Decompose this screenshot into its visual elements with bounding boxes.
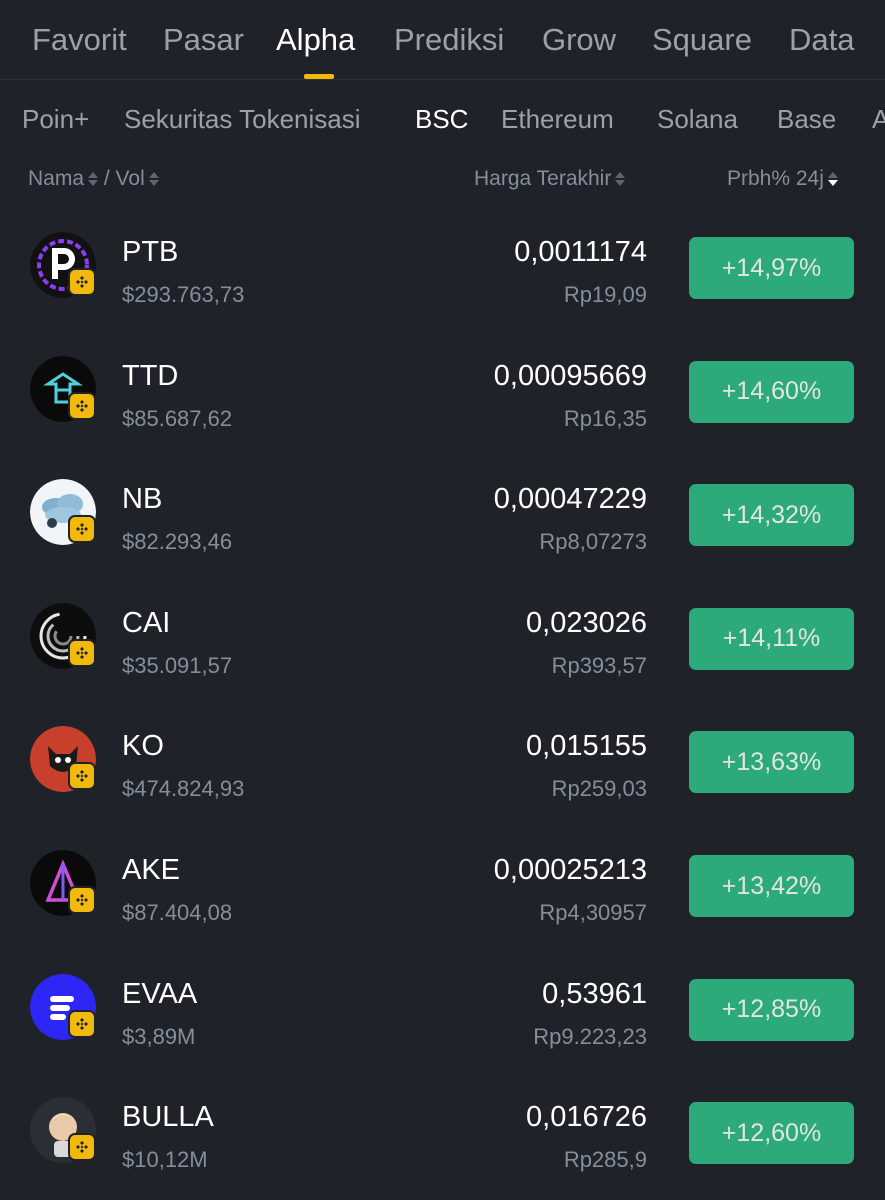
change-badge[interactable]: +14,32%: [689, 484, 854, 547]
tab-data[interactable]: Data: [789, 22, 854, 58]
token-price-idr: Rp393,57: [551, 652, 647, 678]
token-volume: $85.687,62: [122, 405, 233, 431]
column-header-price-label: Harga Terakhir: [474, 167, 612, 190]
tab-favorit[interactable]: Favorit: [32, 22, 127, 58]
tab-alpha[interactable]: Alpha: [276, 22, 355, 58]
tab-pasar[interactable]: Pasar: [163, 22, 244, 58]
bnb-chain-icon: [68, 515, 96, 544]
token-symbol: EVAA: [122, 977, 198, 1010]
bnb-chain-icon: [68, 391, 96, 420]
column-separator: /: [98, 167, 116, 190]
sort-icon[interactable]: [88, 172, 99, 186]
change-badge[interactable]: +14,60%: [689, 360, 854, 423]
token-row-nb[interactable]: NB $82.293,46 0,00047229 Rp8,07273 +14,32%: [0, 453, 885, 577]
column-header-price[interactable]: Harga Terakhir: [474, 167, 626, 191]
active-tab-indicator: [304, 74, 334, 79]
token-symbol: BULLA: [122, 1101, 214, 1134]
token-row-ttd[interactable]: TTD $85.687,62 0,00095669 Rp16,35 +14,60%: [0, 330, 885, 454]
token-price-idr: Rp285,9: [563, 1147, 647, 1173]
bnb-chain-icon: [68, 268, 96, 296]
token-price: 0,0011174: [514, 236, 647, 268]
token-row-ptb[interactable]: PTB $293.763,73 0,0011174 Rp19,09 +14,97%: [0, 206, 885, 330]
token-row-ake[interactable]: AKE $87.404,08 0,00025213 Rp4,30957 +13,42%: [0, 824, 885, 948]
token-row-evaa[interactable]: EVAA $3,89M 0,53961 Rp9.223,23 +12,85%: [0, 948, 885, 1072]
change-badge[interactable]: +14,11%: [689, 607, 854, 670]
token-symbol: PTB: [122, 236, 179, 268]
token-row-cai[interactable]: CAI $35.091,57 0,023026 Rp393,57 +14,11%: [0, 577, 885, 701]
sort-icon: [827, 172, 838, 186]
sort-by-vol[interactable]: Vol: [116, 167, 145, 191]
token-price-idr: Rp4,30957: [539, 900, 647, 925]
token-price: 0,00025213: [493, 854, 647, 886]
sort-icon[interactable]: [148, 172, 159, 186]
change-badge[interactable]: +13,63%: [689, 731, 854, 794]
bnb-chain-icon: [68, 638, 96, 667]
token-price-idr: Rp9.223,23: [533, 1023, 647, 1049]
token-symbol: AKE: [122, 854, 181, 886]
subtab-poin-plus[interactable]: Poin+: [22, 104, 89, 135]
token-price: 0,016726: [526, 1101, 647, 1134]
token-price-idr: Rp19,09: [563, 282, 647, 307]
column-header-change-label: Prbh% 24j: [727, 167, 824, 190]
tab-grow[interactable]: Grow: [542, 22, 616, 58]
token-row-bulla[interactable]: BULLA $10,12M 0,016726 Rp285,9 +12,60%: [0, 1071, 885, 1195]
bnb-chain-icon: [68, 762, 96, 791]
token-price: 0,53961: [542, 977, 647, 1010]
token-price: 0,023026: [526, 606, 647, 639]
token-price-idr: Rp259,03: [551, 776, 647, 802]
subtab-bsc[interactable]: BSC: [415, 104, 468, 135]
subtab-ethereum[interactable]: Ethereum: [501, 104, 614, 135]
change-badge[interactable]: +12,60%: [689, 1102, 854, 1165]
token-price-idr: Rp8,07273: [539, 529, 647, 555]
sort-by-name[interactable]: Nama: [28, 167, 84, 191]
change-badge[interactable]: +13,42%: [689, 855, 854, 917]
bnb-chain-icon: [68, 1009, 96, 1038]
token-volume: $87.404,08: [122, 900, 233, 925]
subtab-base[interactable]: Base: [777, 104, 836, 135]
token-symbol: NB: [122, 483, 163, 516]
token-volume: $82.293,46: [122, 529, 233, 555]
token-price: 0,015155: [526, 730, 647, 763]
subtab-solana[interactable]: Solana: [657, 104, 738, 135]
bnb-chain-icon: [68, 886, 96, 914]
subtab-sekuritas-tokenisasi[interactable]: Sekuritas Tokenisasi: [124, 104, 361, 135]
token-volume: $293.763,73: [122, 282, 245, 307]
column-header-change[interactable]: Prbh% 24j: [727, 167, 838, 191]
token-volume: $3,89M: [122, 1023, 196, 1049]
token-price: 0,00047229: [493, 483, 647, 516]
change-badge[interactable]: +12,85%: [689, 978, 854, 1041]
subtab-more[interactable]: A: [872, 104, 885, 135]
token-symbol: CAI: [122, 606, 171, 639]
change-badge[interactable]: +14,97%: [689, 237, 854, 299]
token-price: 0,00095669: [493, 359, 647, 392]
token-symbol: TTD: [122, 359, 179, 392]
token-price-idr: Rp16,35: [563, 405, 647, 431]
tab-square[interactable]: Square: [652, 22, 752, 58]
token-volume: $35.091,57: [122, 652, 233, 678]
token-volume: $10,12M: [122, 1147, 208, 1173]
bnb-chain-icon: [68, 1133, 96, 1162]
column-header-name-vol: Nama / Vol: [28, 167, 159, 191]
token-symbol: KO: [122, 730, 164, 763]
token-volume: $474.824,93: [122, 776, 245, 802]
tab-prediksi[interactable]: Prediksi: [394, 22, 504, 58]
sort-icon: [615, 172, 626, 186]
token-row-ko[interactable]: KO $474.824,93 0,015155 Rp259,03 +13,63%: [0, 700, 885, 824]
top-tab-bar: Favorit Pasar Alpha Prediksi Grow Square…: [0, 0, 885, 80]
